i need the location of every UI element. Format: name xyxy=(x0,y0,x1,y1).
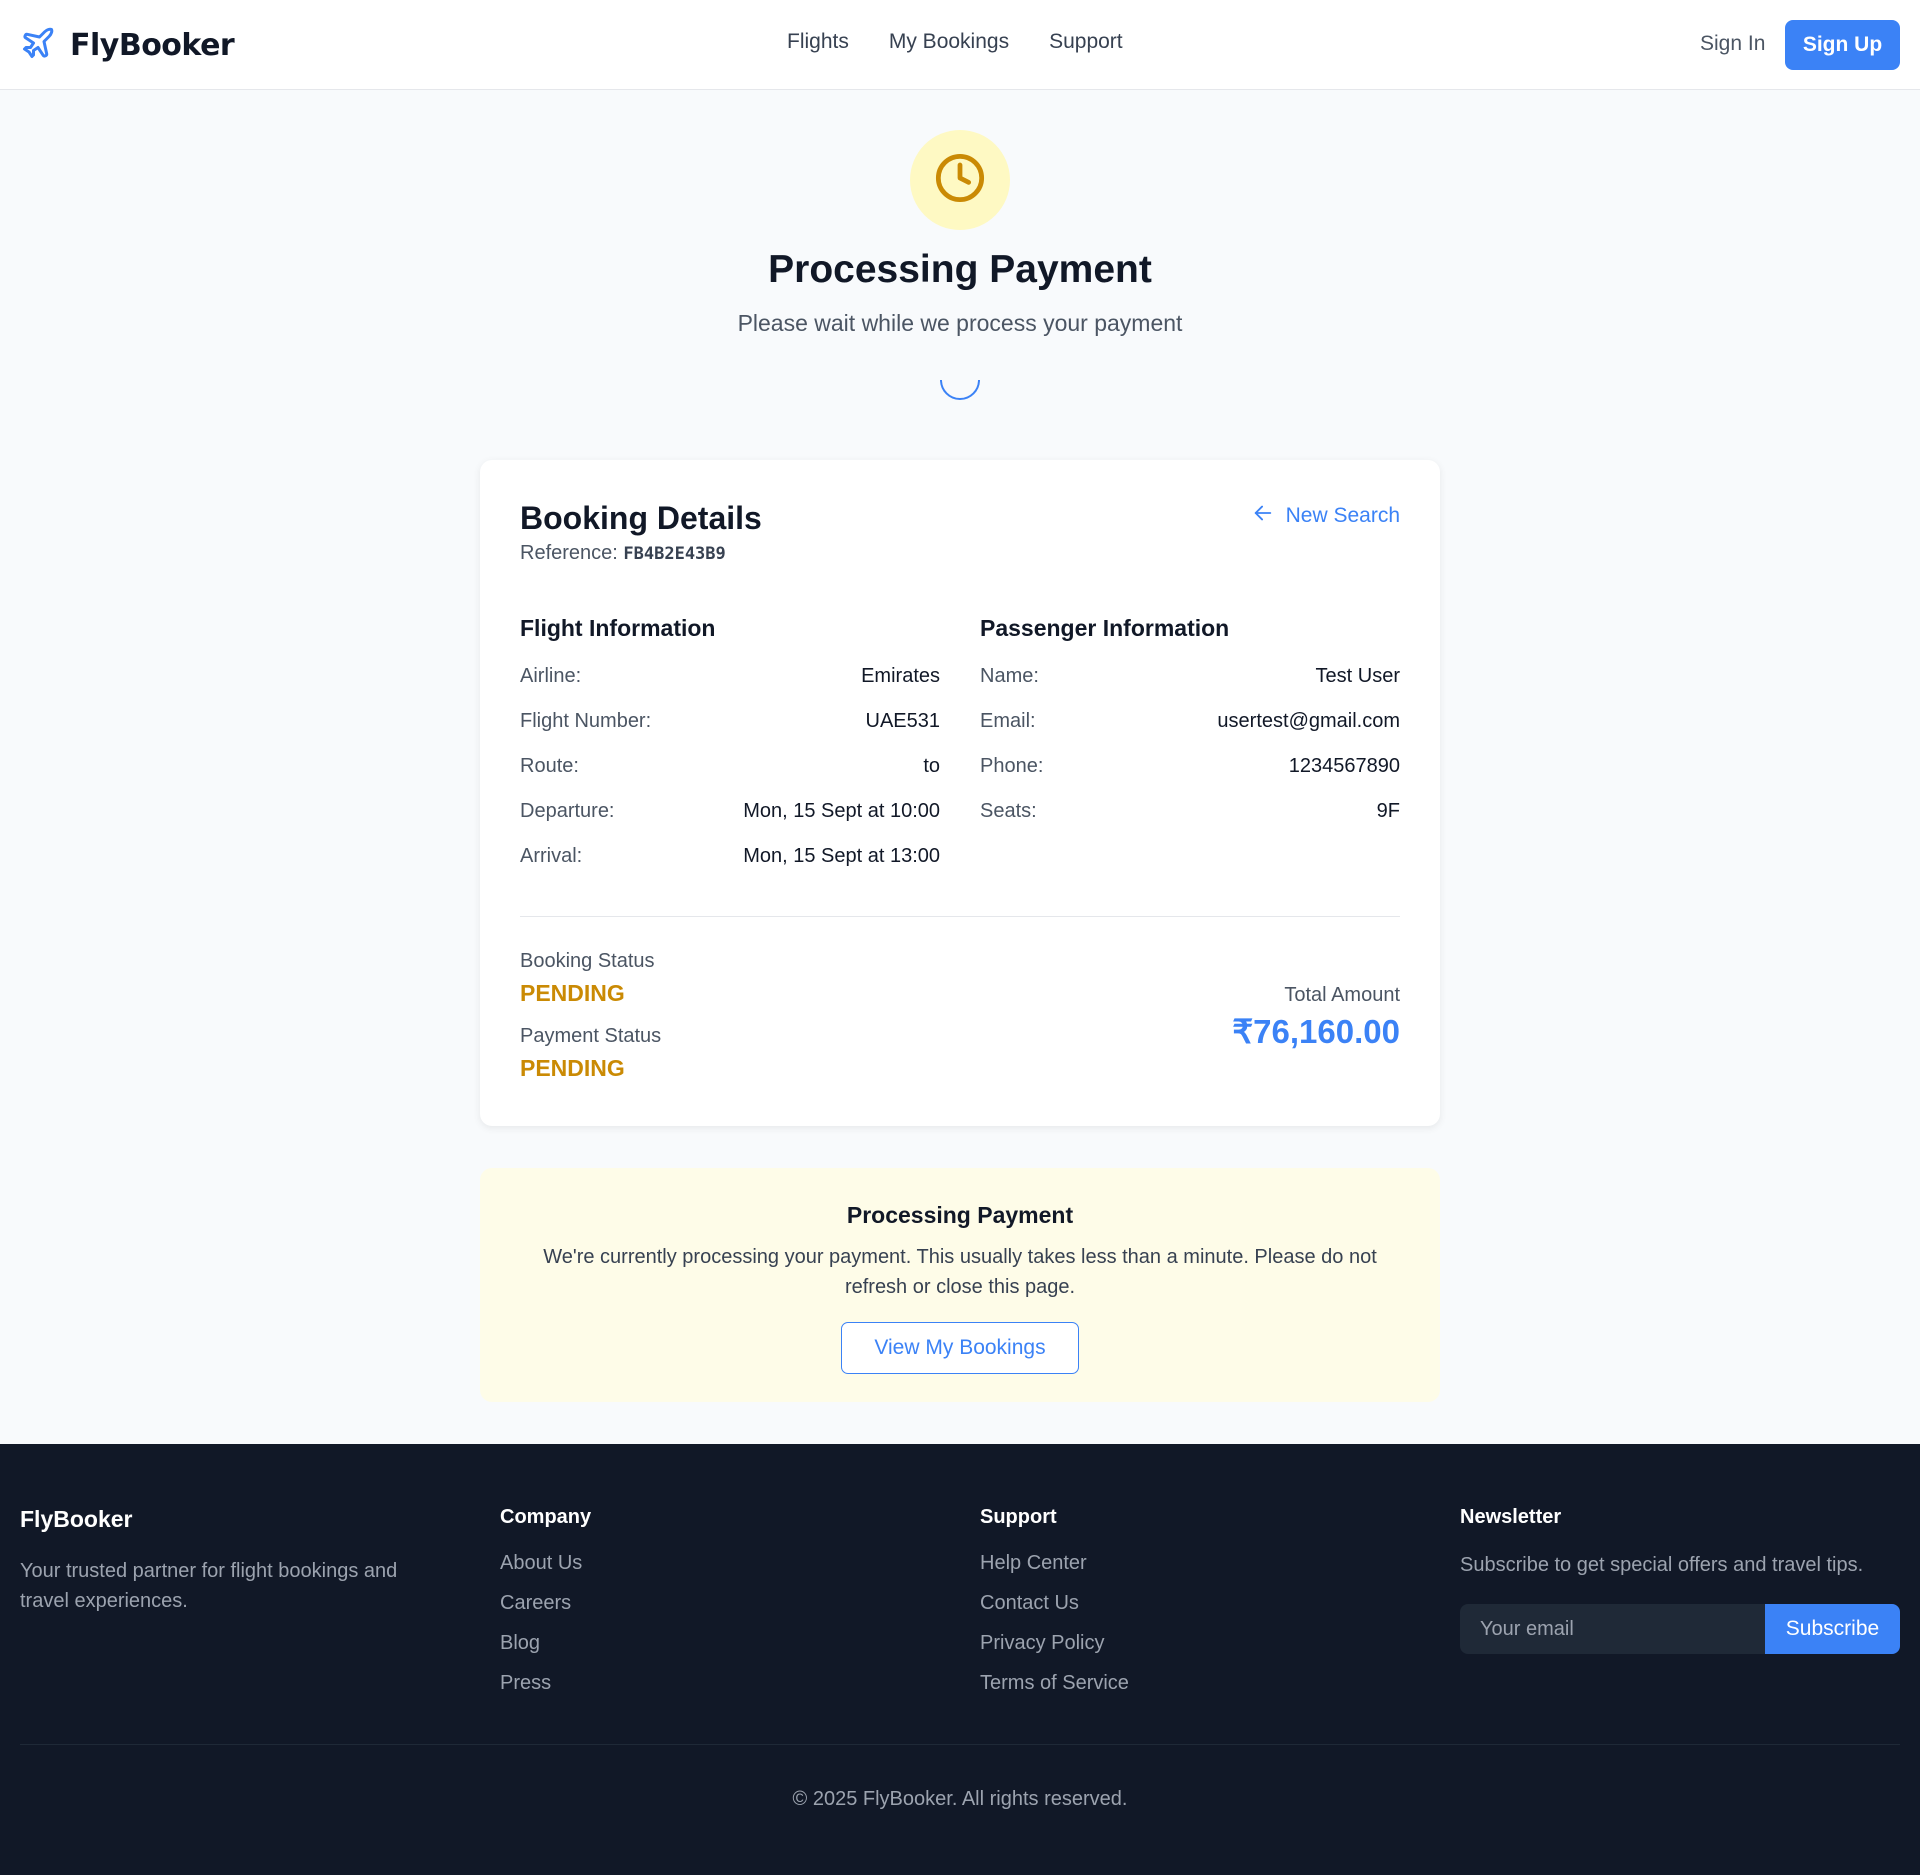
footer-newsletter-heading: Newsletter xyxy=(1460,1506,1562,1528)
departure-value: Mon, 15 Sept at 10:00 xyxy=(743,800,940,822)
reference-code: FB4B2E43B9 xyxy=(623,544,726,564)
email-value: usertest@gmail.com xyxy=(1217,710,1400,732)
flight-info-row: Departure: Mon, 15 Sept at 10:00 xyxy=(520,800,940,845)
footer-support-links: Help Center Contact Us Privacy Policy Te… xyxy=(980,1552,1129,1712)
footer-link-terms-of-service[interactable]: Terms of Service xyxy=(980,1672,1129,1694)
processing-notice: Processing Payment We're currently proce… xyxy=(480,1168,1440,1402)
phone-value: 1234567890 xyxy=(1288,755,1400,777)
booking-status-label: Booking Status xyxy=(520,950,655,972)
brand-logo-link[interactable]: FlyBooker xyxy=(20,25,235,66)
subscribe-button[interactable]: Subscribe xyxy=(1765,1604,1900,1654)
booking-details-card: Booking Details Reference: FB4B2E43B9 Ne… xyxy=(480,460,1440,1126)
flight-info-list: Airline: Emirates Flight Number: UAE531 … xyxy=(520,665,940,890)
footer-company-heading: Company xyxy=(500,1506,592,1528)
copyright-text: © 2025 FlyBooker. All rights reserved. xyxy=(792,1788,1128,1810)
status-indicator xyxy=(910,130,1010,230)
footer-divider xyxy=(20,1744,1900,1745)
newsletter-text: Subscribe to get special offers and trav… xyxy=(1460,1554,1864,1576)
flight-number-label: Flight Number: xyxy=(520,710,652,732)
plane-icon xyxy=(20,25,56,66)
total-amount-label: Total Amount xyxy=(1284,984,1400,1006)
booking-reference: Reference: FB4B2E43B9 xyxy=(520,542,726,565)
footer-brand: FlyBooker xyxy=(20,1506,133,1532)
airline-value: Emirates xyxy=(861,665,940,687)
footer-link-privacy-policy[interactable]: Privacy Policy xyxy=(980,1632,1104,1654)
page-title: Processing Payment xyxy=(768,248,1152,291)
footer-link-contact-us[interactable]: Contact Us xyxy=(980,1592,1079,1614)
passenger-info-row: Seats: 9F xyxy=(980,800,1400,845)
newsletter-form: Subscribe xyxy=(1460,1604,1900,1654)
main-nav: Flights My Bookings Support xyxy=(787,30,1123,54)
departure-label: Departure: xyxy=(520,800,615,822)
name-value: Test User xyxy=(1315,665,1400,687)
sign-up-button[interactable]: Sign Up xyxy=(1785,20,1900,70)
passenger-info-heading: Passenger Information xyxy=(980,615,1230,641)
flight-number-value: UAE531 xyxy=(865,710,941,732)
flight-info-row: Arrival: Mon, 15 Sept at 13:00 xyxy=(520,845,940,890)
nav-my-bookings[interactable]: My Bookings xyxy=(889,30,1009,54)
newsletter-email-input[interactable] xyxy=(1460,1604,1765,1654)
footer-link-about-us[interactable]: About Us xyxy=(500,1552,582,1574)
footer-link-help-center[interactable]: Help Center xyxy=(980,1552,1087,1574)
flight-info-heading: Flight Information xyxy=(520,615,716,641)
view-my-bookings-button[interactable]: View My Bookings xyxy=(841,1322,1079,1374)
spinner-icon xyxy=(940,360,980,400)
arrow-left-icon xyxy=(1252,502,1274,530)
flight-info-row: Flight Number: UAE531 xyxy=(520,710,940,755)
seats-label: Seats: xyxy=(980,800,1037,822)
email-label: Email: xyxy=(980,710,1036,732)
seats-value: 9F xyxy=(1376,800,1400,822)
name-label: Name: xyxy=(980,665,1039,687)
new-search-link[interactable]: New Search xyxy=(1252,502,1400,530)
footer-support-heading: Support xyxy=(980,1506,1057,1528)
flight-info-row: Airline: Emirates xyxy=(520,665,940,710)
nav-support[interactable]: Support xyxy=(1049,30,1123,54)
page-subtitle: Please wait while we process your paymen… xyxy=(737,310,1183,336)
footer-description: Your trusted partner for flight bookings… xyxy=(20,1560,398,1612)
footer-link-blog[interactable]: Blog xyxy=(500,1632,540,1654)
notice-text: We're currently processing your payment.… xyxy=(543,1246,1377,1298)
airline-label: Airline: xyxy=(520,665,582,687)
notice-title: Processing Payment xyxy=(846,1202,1074,1228)
booking-details-title: Booking Details xyxy=(520,500,762,536)
sign-in-link[interactable]: Sign In xyxy=(1700,32,1765,56)
passenger-info-row: Email: usertest@gmail.com xyxy=(980,710,1400,755)
site-header: FlyBooker Flights My Bookings Support Si… xyxy=(0,0,1920,90)
payment-status-label: Payment Status xyxy=(520,1025,662,1047)
arrival-label: Arrival: xyxy=(520,845,583,867)
phone-label: Phone: xyxy=(980,755,1044,777)
total-amount-value: ₹76,160.00 xyxy=(1232,1013,1400,1050)
passenger-info-row: Phone: 1234567890 xyxy=(980,755,1400,800)
passenger-info-row: Name: Test User xyxy=(980,665,1400,710)
route-value: to xyxy=(923,755,940,777)
footer-link-press[interactable]: Press xyxy=(500,1672,551,1694)
flight-info-row: Route: to xyxy=(520,755,940,800)
payment-status-badge: PENDING xyxy=(520,1055,625,1081)
passenger-info-list: Name: Test User Email: usertest@gmail.co… xyxy=(980,665,1400,845)
footer-company-links: About Us Careers Blog Press xyxy=(500,1552,582,1712)
arrival-value: Mon, 15 Sept at 13:00 xyxy=(743,845,940,867)
booking-status-badge: PENDING xyxy=(520,980,625,1006)
route-label: Route: xyxy=(520,755,579,777)
new-search-label: New Search xyxy=(1285,504,1400,527)
reference-label: Reference: xyxy=(520,542,618,564)
footer-link-careers[interactable]: Careers xyxy=(500,1592,571,1614)
card-divider xyxy=(520,916,1400,917)
site-footer: FlyBooker Your trusted partner for fligh… xyxy=(0,1444,1920,1875)
nav-flights[interactable]: Flights xyxy=(787,30,849,54)
brand-name: FlyBooker xyxy=(70,28,235,63)
clock-icon xyxy=(934,152,986,209)
